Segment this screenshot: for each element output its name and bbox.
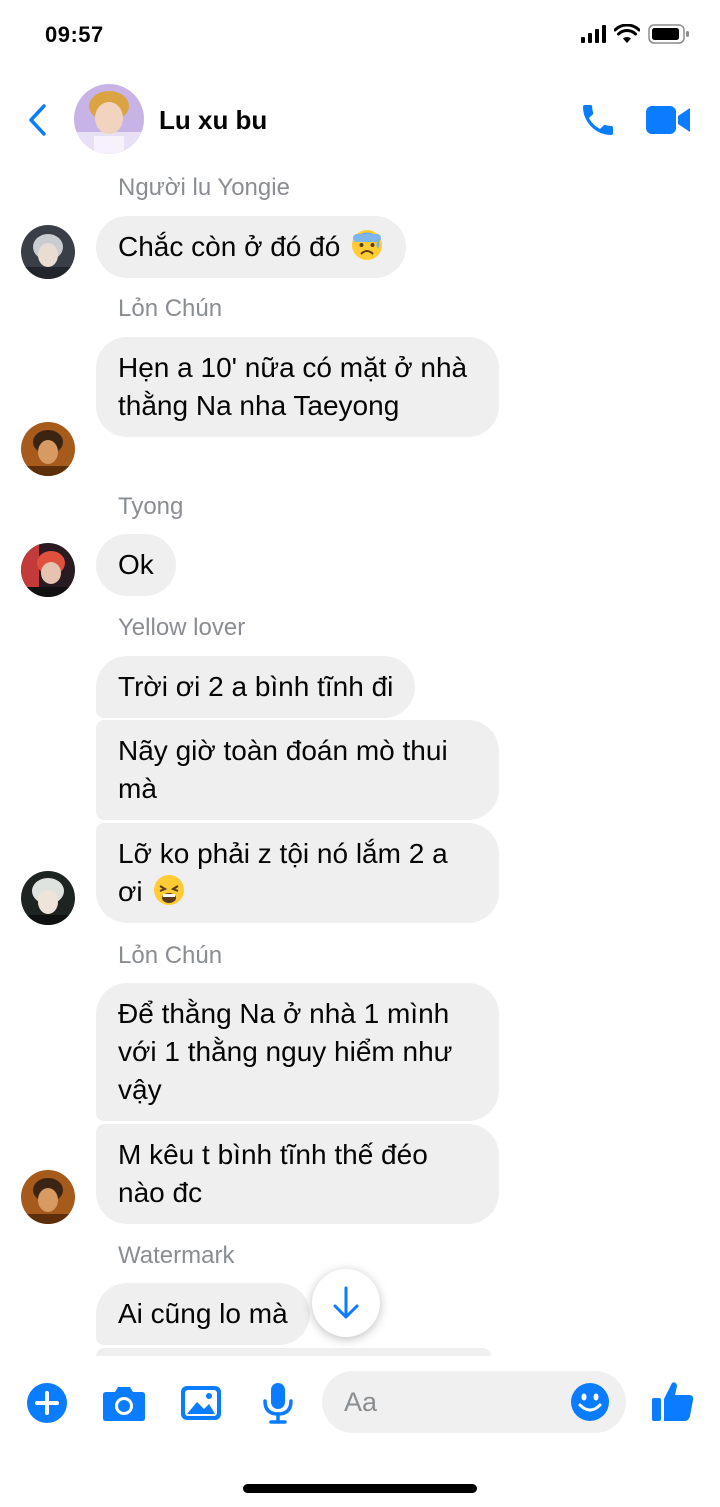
microphone-icon	[263, 1383, 293, 1424]
message-input-container	[322, 1371, 626, 1433]
camera-icon	[103, 1387, 145, 1421]
message-bubble[interactable]: Ai cũng lo mà	[96, 1283, 310, 1345]
cellular-signal-icon	[581, 25, 606, 43]
more-actions-button[interactable]	[24, 1380, 70, 1426]
message-bubble[interactable]: Để thằng Na ở nhà 1 mình với 1 thằng ngu…	[96, 983, 499, 1121]
group-avatar[interactable]	[74, 84, 144, 154]
video-camera-icon	[646, 106, 690, 134]
like-button[interactable]	[650, 1378, 696, 1424]
battery-icon	[648, 24, 689, 44]
voice-call-button[interactable]	[578, 100, 618, 140]
status-time: 09:57	[45, 22, 104, 47]
avatar-tyong[interactable]	[21, 543, 75, 597]
camera-button[interactable]	[101, 1380, 147, 1426]
chevron-left-icon	[29, 104, 46, 136]
scroll-to-bottom-button[interactable]	[312, 1269, 380, 1337]
message-bubble[interactable]: Hẹn a 10' nữa có mặt ở nhà thằng Na nha …	[96, 337, 499, 437]
gallery-button[interactable]	[178, 1380, 224, 1426]
image-icon	[181, 1386, 221, 1420]
avatar-lon-chun[interactable]	[21, 1170, 75, 1224]
message-bubble[interactable]: Chắc còn ở đó đó	[96, 216, 407, 278]
video-call-button[interactable]	[644, 102, 692, 138]
sender-name: Yellow lover	[118, 614, 246, 641]
voice-message-button[interactable]	[255, 1380, 301, 1426]
sender-name: Tyong	[118, 493, 184, 520]
avatar-yellow-lover[interactable]	[21, 871, 75, 925]
chat-title[interactable]: Lu xu bu	[159, 105, 267, 136]
wifi-icon	[614, 24, 640, 43]
message-bubble-partial	[96, 1348, 491, 1356]
weary-face-emoji	[154, 875, 185, 905]
status-icons	[581, 24, 690, 44]
sender-name: Watermark	[118, 1242, 235, 1269]
back-button[interactable]	[22, 100, 52, 140]
home-indicator	[243, 1484, 477, 1493]
arrow-down-icon	[333, 1286, 359, 1319]
emoji-button[interactable]	[570, 1382, 610, 1422]
anxious-sweat-emoji	[352, 230, 383, 260]
phone-icon	[583, 105, 613, 135]
sender-name: Lỏn Chún	[118, 295, 223, 322]
avatar-yongie[interactable]	[21, 225, 75, 279]
sender-name: Người lu Yongie	[118, 174, 290, 201]
thumbs-up-icon	[652, 1382, 694, 1421]
plus-circle-icon	[27, 1383, 67, 1423]
message-bubble[interactable]: Nãy giờ toàn đoán mò thui mà	[96, 720, 499, 820]
sender-name: Lỏn Chún	[118, 942, 223, 969]
message-bubble[interactable]: Lỡ ko phải z tội nó lắm 2 a ơi	[96, 823, 499, 923]
message-bubble[interactable]: Ok	[96, 534, 176, 596]
avatar-lon-chun[interactable]	[21, 422, 75, 476]
message-input[interactable]	[344, 1371, 564, 1433]
smiley-icon	[571, 1383, 609, 1421]
message-bubble[interactable]: M kêu t bình tĩnh thế đéo nào đc	[96, 1124, 499, 1224]
message-bubble[interactable]: Trời ơi 2 a bình tĩnh đi	[96, 656, 416, 718]
